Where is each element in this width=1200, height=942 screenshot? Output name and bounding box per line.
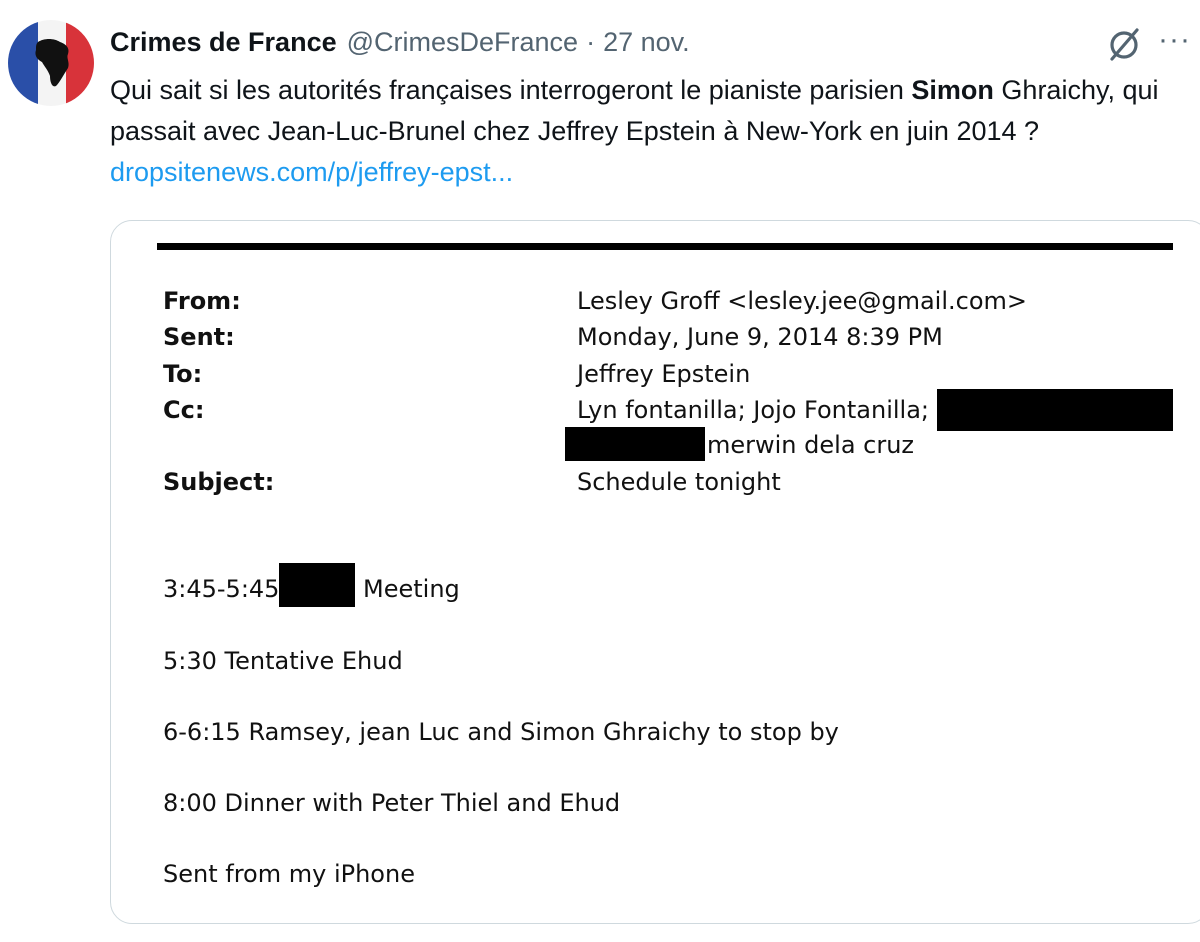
to-value: Jeffrey Epstein [577, 360, 751, 388]
more-icon[interactable]: ··· [1158, 25, 1200, 58]
email-signature: Sent from my iPhone [163, 860, 415, 888]
redaction-box [279, 563, 355, 607]
redaction-box [565, 427, 705, 461]
header-rule [157, 243, 1173, 250]
avatar[interactable] [8, 20, 94, 106]
email-image-card[interactable]: From: Lesley Groff <lesley.jee@gmail.com… [110, 220, 1200, 924]
sent-label: Sent: [163, 323, 235, 351]
grok-icon[interactable] [1104, 24, 1144, 64]
from-label: From: [163, 287, 241, 315]
france-flag-africa-avatar-icon [8, 20, 94, 106]
author-handle[interactable]: @CrimesDeFrance [347, 27, 578, 58]
tweet-header: Crimes de France @CrimesDeFrance · 27 no… [110, 24, 690, 60]
schedule-line-1-text: Meeting [363, 575, 460, 603]
redaction-box [937, 389, 1173, 431]
from-value: Lesley Groff <lesley.jee@gmail.com> [577, 287, 1028, 315]
author-name[interactable]: Crimes de France [110, 27, 337, 58]
sent-value: Monday, June 9, 2014 8:39 PM [577, 323, 943, 351]
subject-value: Schedule tonight [577, 468, 781, 496]
tweet-text-part1: Qui sait si les autorités françaises int… [110, 75, 912, 105]
cc-value-line2: merwin dela cruz [707, 431, 915, 459]
to-label: To: [163, 360, 203, 388]
schedule-line-3: 6-6:15 Ramsey, jean Luc and Simon Ghraic… [163, 718, 839, 746]
tweet-link[interactable]: dropsitenews.com/p/jeffrey-epst... [110, 157, 513, 187]
tweet-text-bold: Simon [911, 75, 994, 105]
schedule-line-4: 8:00 Dinner with Peter Thiel and Ehud [163, 789, 621, 817]
cc-label: Cc: [163, 396, 205, 424]
schedule-line-1-time: 3:45-5:45 [163, 575, 280, 603]
separator: · [586, 26, 596, 57]
tweet-text: Qui sait si les autorités françaises int… [110, 70, 1195, 193]
cc-value-line1: Lyn fontanilla; Jojo Fontanilla; [577, 396, 930, 424]
tweet-date[interactable]: 27 nov. [603, 27, 690, 58]
subject-label: Subject: [163, 468, 275, 496]
schedule-line-2: 5:30 Tentative Ehud [163, 647, 403, 675]
